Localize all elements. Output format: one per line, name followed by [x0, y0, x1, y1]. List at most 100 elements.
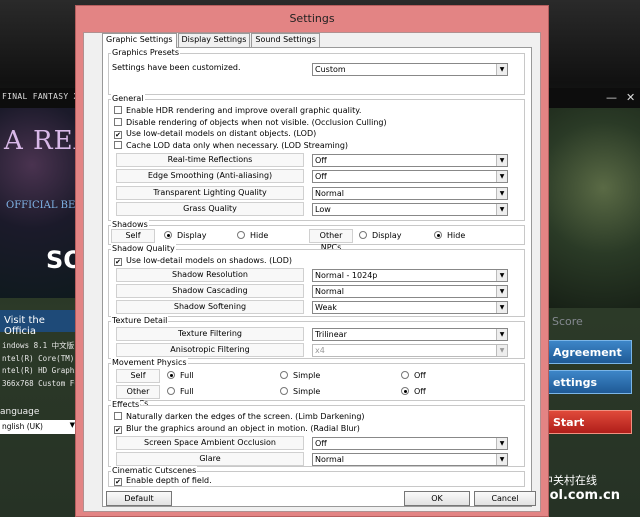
setting-label-anti-aliasing: Edge Smoothing (Anti-aliasing) [116, 169, 304, 183]
radio-npc-full[interactable]: Full [167, 387, 194, 399]
watermark-url: zol.com.cn [542, 488, 620, 503]
radio-selected-icon[interactable] [401, 387, 409, 395]
select-ssao[interactable]: Off ▼ [312, 437, 508, 450]
radio-npc-display[interactable]: Display [359, 231, 402, 243]
tab-display-settings[interactable]: Display Settings [177, 33, 251, 47]
chevron-down-icon: ▼ [496, 204, 507, 215]
radio-self-full[interactable]: Full [167, 371, 194, 383]
radio-label: Hide [250, 231, 269, 240]
close-icon[interactable]: ✕ [626, 91, 635, 104]
cancel-button[interactable]: Cancel [474, 491, 536, 506]
chevron-down-icon: ▼ [496, 345, 507, 356]
radio-label: Display [177, 231, 207, 240]
group-label: Effects [111, 400, 141, 409]
setting-label-reflections: Real-time Reflections [116, 153, 304, 167]
group-shadow-quality: Shadow Quality ✔ Use low-detail models on… [108, 244, 525, 317]
chevron-down-icon: ▼ [496, 155, 507, 166]
select-shadow-resolution[interactable]: Normal - 1024p ▼ [312, 269, 508, 282]
checkmark-icon[interactable]: ✔ [114, 131, 122, 139]
watermark-chinese-text: 中关村在线 [542, 474, 597, 487]
group-label: Texture Detail [111, 316, 169, 325]
checkbox-label: Cache LOD data only when necessary. (LOD… [126, 141, 349, 150]
chevron-down-icon: ▼ [496, 438, 507, 449]
physics-self-label: Self [116, 369, 160, 383]
radio-npc-hide[interactable]: Hide [434, 231, 465, 243]
group-label: Shadows [111, 220, 149, 229]
radio-npc-off[interactable]: Off [401, 387, 426, 399]
checkbox-lod-streaming[interactable]: Cache LOD data only when necessary. (LOD… [114, 141, 348, 153]
select-shadow-softening[interactable]: Weak ▼ [312, 301, 508, 314]
sysinfo-line: indows 8.1 中文版 [2, 341, 75, 350]
radio-self-display[interactable]: Display [164, 231, 207, 243]
group-label: Graphics Presets [111, 48, 180, 57]
radio-selected-icon[interactable] [434, 231, 442, 239]
radio-icon[interactable] [280, 387, 288, 395]
select-anti-aliasing[interactable]: Off ▼ [312, 170, 508, 183]
radio-selected-icon[interactable] [167, 371, 175, 379]
radio-selected-icon[interactable] [164, 231, 172, 239]
select-value: Normal - 1024p [315, 271, 378, 280]
tab-graphic-settings[interactable]: Graphic Settings [102, 33, 177, 48]
radio-icon[interactable] [237, 231, 245, 239]
visit-official-link[interactable]: Visit the Officia [0, 310, 80, 337]
select-glare[interactable]: Normal ▼ [312, 453, 508, 466]
group-label: Movement Physics [111, 358, 188, 367]
scenery-artwork [548, 108, 640, 308]
checkbox-box[interactable] [114, 118, 122, 126]
select-grass-quality[interactable]: Low ▼ [312, 203, 508, 216]
checkmark-icon[interactable]: ✔ [114, 478, 122, 486]
radio-self-hide[interactable]: Hide [237, 231, 268, 243]
radio-icon[interactable] [280, 371, 288, 379]
select-value: Off [315, 172, 327, 181]
checkbox-label: Use low-detail models on shadows. (LOD) [126, 256, 292, 265]
select-reflections[interactable]: Off ▼ [312, 154, 508, 167]
system-info: indows 8.1 中文版 ntel(R) Core(TM) i ntel(R… [2, 340, 80, 390]
select-shadow-cascading[interactable]: Normal ▼ [312, 285, 508, 298]
setting-label-glare: Glare [116, 452, 304, 466]
chevron-down-icon: ▼ [496, 64, 507, 75]
language-label: anguage [0, 407, 40, 417]
preset-select[interactable]: Custom ▼ [312, 63, 508, 76]
checkbox-label: Enable depth of field. [126, 476, 212, 485]
checkbox-shadow-lod[interactable]: ✔ Use low-detail models on shadows. (LOD) [114, 256, 292, 268]
checkbox-box[interactable] [114, 141, 122, 149]
start-button[interactable]: Start [548, 410, 632, 434]
group-label: General [111, 94, 145, 103]
radio-icon[interactable] [167, 387, 175, 395]
radio-self-simple[interactable]: Simple [280, 371, 320, 383]
radio-icon[interactable] [401, 371, 409, 379]
checkbox-hdr[interactable]: Enable HDR rendering and improve overall… [114, 106, 361, 118]
checkbox-radial-blur[interactable]: ✔ Blur the graphics around an object in m… [114, 424, 360, 436]
checkmark-icon[interactable]: ✔ [114, 426, 122, 434]
checkbox-box[interactable] [114, 412, 122, 420]
select-value: x4 [315, 346, 325, 355]
radio-npc-simple[interactable]: Simple [280, 387, 320, 399]
setting-label-shadow-softening: Shadow Softening [116, 300, 304, 314]
checkbox-lod[interactable]: ✔ Use low-detail models on distant object… [114, 129, 316, 141]
checkbox-box[interactable] [114, 106, 122, 114]
default-button[interactable]: Default [106, 491, 172, 506]
radio-icon[interactable] [359, 231, 367, 239]
setting-label-grass-quality: Grass Quality [116, 202, 304, 216]
group-movement-physics: Movement Physics Self Full Simple Off Ot… [108, 358, 525, 408]
shadows-npc-label: Other NPCs [309, 229, 353, 252]
agreement-button[interactable]: Agreement [548, 340, 632, 364]
group-texture-detail: Texture Detail Texture Filtering Triline… [108, 316, 525, 359]
checkbox-limb-darkening[interactable]: Naturally darken the edges of the screen… [114, 412, 365, 424]
radio-label: Simple [293, 371, 321, 380]
minimize-icon[interactable]: — [606, 91, 617, 104]
launcher-settings-button[interactable]: ettings [548, 370, 632, 394]
group-label: Shadow Quality [111, 244, 176, 253]
language-select[interactable]: nglish (UK) ▼ [0, 420, 76, 434]
tab-sound-settings[interactable]: Sound Settings [251, 33, 320, 47]
radio-label: Off [414, 387, 426, 396]
select-value: Normal [315, 455, 344, 464]
ok-button[interactable]: OK [404, 491, 470, 506]
sysinfo-line: ntel(R) HD Graphic [2, 366, 80, 375]
checkbox-depth-of-field[interactable]: ✔ Enable depth of field. [114, 476, 212, 488]
radio-self-off[interactable]: Off [401, 371, 426, 383]
shadows-self-label: Self [111, 229, 155, 243]
select-texture-filtering[interactable]: Trilinear ▼ [312, 328, 508, 341]
checkmark-icon[interactable]: ✔ [114, 258, 122, 266]
select-transparent-lighting[interactable]: Normal ▼ [312, 187, 508, 200]
